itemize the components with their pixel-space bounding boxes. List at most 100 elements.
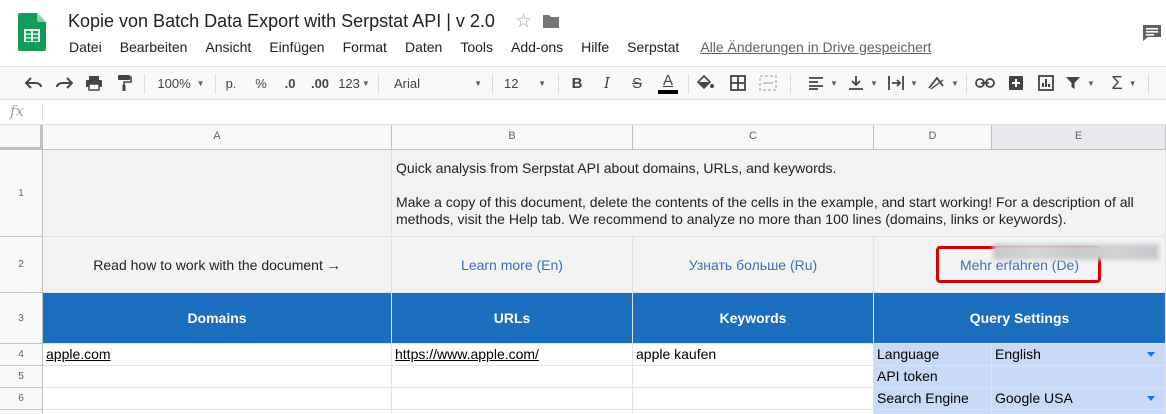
- cell-a7[interactable]: [43, 410, 392, 414]
- domain-cell-a4[interactable]: apple.com: [43, 344, 392, 366]
- learn-more-en-cell[interactable]: Learn more (En): [392, 237, 633, 293]
- redo-icon[interactable]: [52, 67, 76, 99]
- column-header-c[interactable]: C: [633, 125, 874, 150]
- insert-link-icon[interactable]: [972, 67, 998, 99]
- dropdown-arrow-icon[interactable]: [1147, 396, 1155, 401]
- insert-comment-icon[interactable]: [1004, 67, 1028, 99]
- paint-format-icon[interactable]: [112, 67, 136, 99]
- keyword-cell-c4[interactable]: apple kaufen: [633, 344, 874, 366]
- spreadsheet-grid: A B C D E 1 2 3 4 5 6 Quick analysis fro…: [0, 125, 1166, 414]
- toolbar-separator: [790, 74, 791, 94]
- menu-addons[interactable]: Add-ons: [502, 38, 572, 56]
- functions-icon[interactable]: Σ ▼: [1106, 67, 1142, 99]
- read-how-cell[interactable]: Read how to work with the document →: [43, 237, 392, 293]
- cell-c7[interactable]: [633, 410, 874, 414]
- borders-icon[interactable]: [726, 67, 750, 99]
- document-title[interactable]: Kopie von Batch Data Export with Serpsta…: [68, 11, 495, 32]
- italic-button[interactable]: I: [596, 67, 618, 99]
- menu-tools[interactable]: Tools: [451, 38, 502, 56]
- row-header-3[interactable]: 3: [0, 293, 43, 344]
- column-header-d[interactable]: D: [874, 125, 992, 150]
- more-formats-select[interactable]: 123 ▼: [336, 67, 372, 99]
- insert-chart-icon[interactable]: [1034, 67, 1058, 99]
- comment-icon[interactable]: [1142, 24, 1162, 42]
- search-engine-select[interactable]: Google USA: [992, 388, 1166, 410]
- zoom-select[interactable]: 100% ▼: [152, 67, 210, 99]
- cell-e7[interactable]: [992, 410, 1166, 414]
- horizontal-align-icon[interactable]: ▼: [806, 67, 840, 99]
- star-icon[interactable]: ☆: [515, 11, 532, 33]
- row-header-5[interactable]: 5: [0, 366, 43, 388]
- font-family-select[interactable]: Arial ▼: [388, 67, 488, 99]
- undo-icon[interactable]: [22, 67, 46, 99]
- domains-header-cell[interactable]: Domains: [43, 293, 392, 344]
- api-token-cell[interactable]: [992, 366, 1166, 388]
- cell-c6[interactable]: [633, 388, 874, 410]
- folder-icon[interactable]: [542, 14, 560, 29]
- cell-b5[interactable]: [392, 366, 633, 388]
- decrease-decimals-button[interactable]: .0: [278, 67, 302, 99]
- percent-format-button[interactable]: %: [250, 67, 272, 99]
- urls-header-cell[interactable]: URLs: [392, 293, 633, 344]
- keywords-header-cell[interactable]: Keywords: [633, 293, 874, 344]
- menu-format[interactable]: Format: [334, 38, 396, 56]
- menu-hilfe[interactable]: Hilfe: [572, 38, 618, 56]
- learn-more-ru-link[interactable]: Узнать больше (Ru): [689, 257, 817, 273]
- intro-text-cell[interactable]: Quick analysis from Serpstat API about d…: [392, 150, 1166, 237]
- learn-more-en-link[interactable]: Learn more (En): [461, 257, 563, 273]
- toolbar-separator: [1148, 74, 1149, 94]
- language-label-cell[interactable]: Language: [874, 344, 992, 366]
- text-rotation-icon[interactable]: ▼: [926, 67, 960, 99]
- api-token-label-cell[interactable]: API token: [874, 366, 992, 388]
- menu-daten[interactable]: Daten: [396, 38, 451, 56]
- learn-more-ru-cell[interactable]: Узнать больше (Ru): [633, 237, 874, 293]
- increase-decimals-button[interactable]: .00: [306, 67, 334, 99]
- column-header-a[interactable]: A: [43, 125, 392, 150]
- row-header-7[interactable]: [0, 410, 43, 414]
- vertical-align-icon[interactable]: ▼: [846, 67, 880, 99]
- url-cell-b4[interactable]: https://www.apple.com/: [392, 344, 633, 366]
- bold-button[interactable]: B: [566, 67, 588, 99]
- filter-icon[interactable]: ▼: [1062, 67, 1098, 99]
- cell-b6[interactable]: [392, 388, 633, 410]
- query-settings-header-cell[interactable]: Query Settings: [874, 293, 1166, 344]
- formula-input[interactable]: [48, 100, 1166, 124]
- column-header-b[interactable]: B: [392, 125, 633, 150]
- google-sheets-logo-icon[interactable]: [18, 13, 46, 51]
- currency-format-button[interactable]: p.: [220, 67, 242, 99]
- search-engine-label-cell[interactable]: Search Engine: [874, 388, 992, 410]
- menu-ansicht[interactable]: Ansicht: [196, 38, 260, 56]
- toolbar-separator: [378, 74, 379, 94]
- merge-cells-icon[interactable]: [756, 67, 780, 99]
- font-size-select[interactable]: 12 ▼: [498, 67, 552, 99]
- menu-bearbeiten[interactable]: Bearbeiten: [111, 38, 197, 56]
- domains-header: Domains: [187, 310, 247, 326]
- cell-a1[interactable]: [43, 150, 392, 237]
- dropdown-arrow-icon[interactable]: [1147, 352, 1155, 357]
- cell-d7[interactable]: [874, 410, 992, 414]
- menu-datei[interactable]: Datei: [60, 38, 111, 56]
- language-select[interactable]: English: [992, 344, 1166, 366]
- cell-b7[interactable]: [392, 410, 633, 414]
- menu-einfuegen[interactable]: Einfügen: [260, 38, 333, 56]
- select-all-corner[interactable]: [0, 125, 43, 150]
- column-header-e[interactable]: E: [992, 125, 1166, 150]
- toolbar-separator: [215, 74, 216, 94]
- text-color-button[interactable]: A: [656, 67, 680, 99]
- chevron-down-icon: ▼: [1087, 78, 1095, 88]
- strikethrough-button[interactable]: S: [626, 67, 648, 99]
- chevron-down-icon: ▼: [870, 78, 878, 88]
- fill-color-icon[interactable]: [694, 67, 718, 99]
- save-status-link[interactable]: Alle Änderungen in Drive gespeichert: [700, 39, 931, 55]
- text-wrapping-icon[interactable]: ▼: [886, 67, 920, 99]
- cell-a6[interactable]: [43, 388, 392, 410]
- menu-serpstat[interactable]: Serpstat: [618, 38, 688, 56]
- print-icon[interactable]: [82, 67, 106, 99]
- cell-a5[interactable]: [43, 366, 392, 388]
- formula-bar-separator: [42, 104, 43, 121]
- row-header-1[interactable]: 1: [0, 150, 43, 237]
- row-header-4[interactable]: 4: [0, 344, 43, 366]
- cell-c5[interactable]: [633, 366, 874, 388]
- row-header-6[interactable]: 6: [0, 388, 43, 410]
- row-header-2[interactable]: 2: [0, 237, 43, 293]
